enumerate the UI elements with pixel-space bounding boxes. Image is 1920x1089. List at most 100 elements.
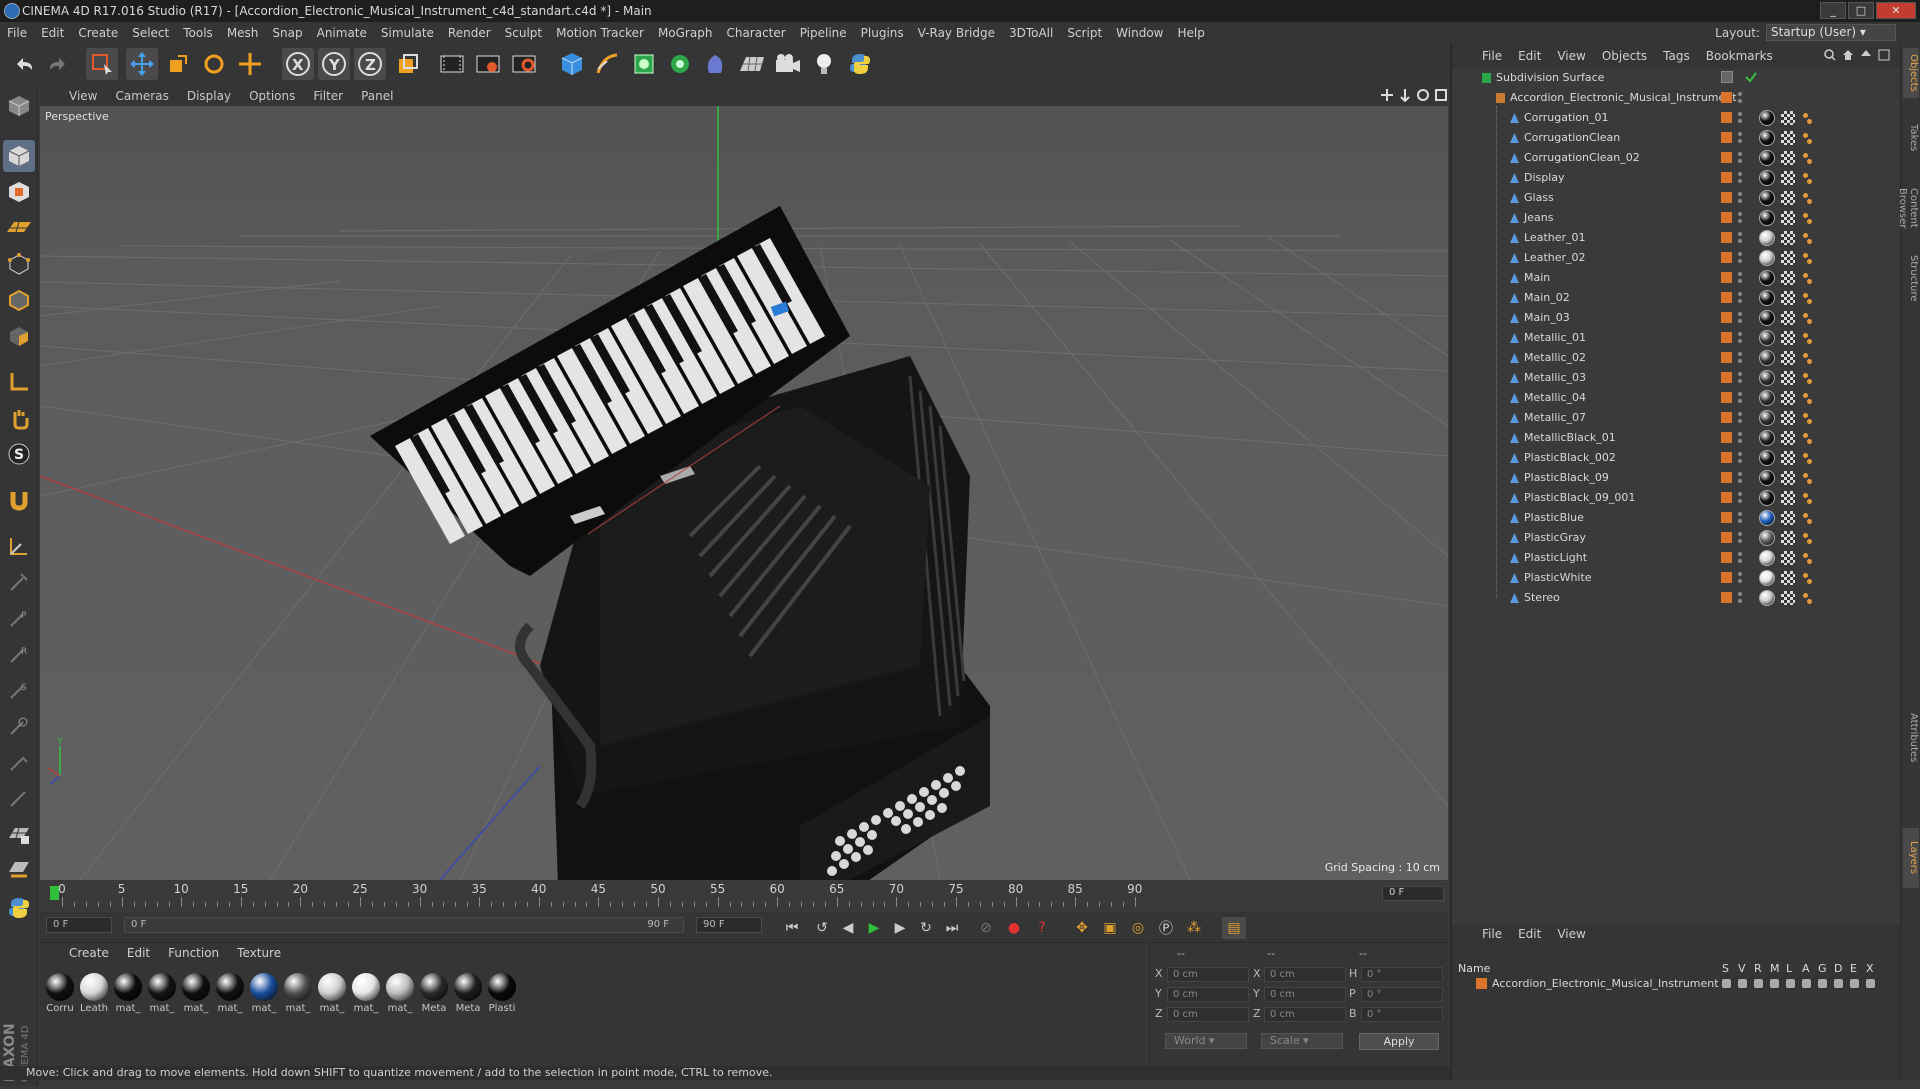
- material-menu-texture[interactable]: Texture: [228, 946, 290, 960]
- menu-render[interactable]: Render: [441, 22, 498, 44]
- phong-tag-icon[interactable]: [1800, 471, 1814, 485]
- phong-tag-icon[interactable]: [1800, 171, 1814, 185]
- uvw-tag-icon[interactable]: [1781, 271, 1795, 285]
- uvw-tag-icon[interactable]: [1781, 571, 1795, 585]
- frame-range-slider[interactable]: 0 F 90 F: [124, 917, 684, 933]
- side-tab-takes[interactable]: Takes: [1903, 108, 1919, 168]
- menu-window[interactable]: Window: [1109, 22, 1170, 44]
- coordinate-system-icon[interactable]: [392, 48, 424, 80]
- material-swatch[interactable]: mat_: [146, 973, 178, 1014]
- tweak-mode-icon[interactable]: [3, 402, 35, 434]
- visibility-dots-icon[interactable]: [1738, 411, 1742, 425]
- menu-plugins[interactable]: Plugins: [854, 22, 911, 44]
- render-view-icon[interactable]: [436, 48, 468, 80]
- phong-tag-icon[interactable]: [1800, 231, 1814, 245]
- material-tag-icon[interactable]: [1759, 390, 1775, 406]
- layer-toggle-icon[interactable]: [1866, 979, 1875, 988]
- visibility-dots-icon[interactable]: [1738, 551, 1742, 565]
- phong-tag-icon[interactable]: [1800, 131, 1814, 145]
- timeline-window-icon[interactable]: ▤: [1222, 917, 1246, 939]
- subdivision-enabled-check-icon[interactable]: [1744, 70, 1758, 84]
- size-mode-dropdown[interactable]: Scale ▾: [1261, 1033, 1343, 1049]
- material-tag-icon[interactable]: [1759, 450, 1775, 466]
- layer-toggle-icon[interactable]: [1834, 979, 1843, 988]
- uvw-tag-icon[interactable]: [1781, 351, 1795, 365]
- side-tab-objects[interactable]: Objects: [1903, 48, 1919, 98]
- current-frame-field[interactable]: 0 F: [1382, 886, 1444, 901]
- object-menu-tags[interactable]: Tags: [1655, 49, 1698, 63]
- prev-frame-icon[interactable]: ◀: [836, 917, 860, 939]
- material-swatch[interactable]: Plasti: [486, 973, 518, 1014]
- transform-tool-icon[interactable]: [234, 48, 266, 80]
- object-row[interactable]: Metallic_01: [1452, 328, 1902, 348]
- menu-script[interactable]: Script: [1060, 22, 1109, 44]
- start-frame-field[interactable]: 0 F: [46, 917, 112, 933]
- y-axis-lock-icon[interactable]: Y: [318, 48, 350, 80]
- menu-motion-tracker[interactable]: Motion Tracker: [549, 22, 651, 44]
- visibility-dots-icon[interactable]: [1738, 351, 1742, 365]
- menu-edit[interactable]: Edit: [34, 22, 71, 44]
- visibility-dots-icon[interactable]: [1738, 591, 1742, 605]
- layer-color-swatch[interactable]: [1721, 332, 1732, 343]
- home-icon[interactable]: [1842, 49, 1854, 61]
- side-tab-attributes[interactable]: Attributes: [1903, 708, 1919, 768]
- rot-p-field[interactable]: 0 °: [1361, 987, 1443, 1002]
- uvw-tag-icon[interactable]: [1781, 291, 1795, 305]
- layer-color-swatch[interactable]: [1721, 592, 1732, 603]
- timeline-playhead[interactable]: [50, 886, 59, 900]
- layer-menu-edit[interactable]: Edit: [1510, 927, 1549, 941]
- redo-icon[interactable]: [42, 48, 74, 80]
- goto-end-icon[interactable]: ⏭: [940, 917, 964, 939]
- uvw-tag-icon[interactable]: [1781, 511, 1795, 525]
- menu-select[interactable]: Select: [125, 22, 176, 44]
- viewport-menu-display[interactable]: Display: [178, 89, 240, 103]
- object-menu-edit[interactable]: Edit: [1510, 49, 1549, 63]
- phong-tag-icon[interactable]: [1800, 211, 1814, 225]
- uvw-tag-icon[interactable]: [1781, 211, 1795, 225]
- visibility-dots-icon[interactable]: [1738, 571, 1742, 585]
- phong-tag-icon[interactable]: [1800, 451, 1814, 465]
- object-row[interactable]: Jeans: [1452, 208, 1902, 228]
- uvw-tag-icon[interactable]: [1781, 391, 1795, 405]
- layer-color-swatch[interactable]: [1721, 452, 1732, 463]
- uvw-tag-icon[interactable]: [1781, 491, 1795, 505]
- snap-icon[interactable]: [3, 530, 35, 562]
- layer-color-swatch[interactable]: [1721, 432, 1732, 443]
- material-tag-icon[interactable]: [1759, 350, 1775, 366]
- phong-tag-icon[interactable]: [1800, 571, 1814, 585]
- material-swatch[interactable]: mat_: [384, 973, 416, 1014]
- layout-dropdown[interactable]: Startup (User) ▾: [1766, 24, 1896, 41]
- uvw-tag-icon[interactable]: [1781, 471, 1795, 485]
- layer-color-swatch[interactable]: [1721, 252, 1732, 263]
- uvw-tag-icon[interactable]: [1781, 411, 1795, 425]
- layer-toggle-icon[interactable]: [1818, 979, 1827, 988]
- phong-tag-icon[interactable]: [1800, 191, 1814, 205]
- make-editable-icon[interactable]: [3, 90, 35, 122]
- menu-simulate[interactable]: Simulate: [374, 22, 441, 44]
- object-row[interactable]: MetallicBlack_01: [1452, 428, 1902, 448]
- layer-toggle-icon[interactable]: [1786, 979, 1795, 988]
- material-tag-icon[interactable]: [1759, 530, 1775, 546]
- uvw-tag-icon[interactable]: [1781, 551, 1795, 565]
- visibility-dots-icon[interactable]: [1738, 451, 1742, 465]
- object-row[interactable]: PlasticBlack_09: [1452, 468, 1902, 488]
- material-menu-edit[interactable]: Edit: [118, 946, 159, 960]
- visibility-dots-icon[interactable]: [1738, 391, 1742, 405]
- object-menu-view[interactable]: View: [1549, 49, 1593, 63]
- visibility-dots-icon[interactable]: [1738, 151, 1742, 165]
- material-tag-icon[interactable]: [1759, 510, 1775, 526]
- rot-h-field[interactable]: 0 °: [1361, 967, 1443, 982]
- object-row[interactable]: Leather_02: [1452, 248, 1902, 268]
- visibility-dots-icon[interactable]: [1738, 91, 1742, 105]
- viewport-rotate-icon[interactable]: [1416, 88, 1430, 102]
- layer-color-swatch[interactable]: [1721, 232, 1732, 243]
- object-row[interactable]: Display: [1452, 168, 1902, 188]
- live-selection-icon[interactable]: [86, 48, 118, 80]
- editor-visibility-icon[interactable]: [1721, 71, 1733, 83]
- object-row[interactable]: Main: [1452, 268, 1902, 288]
- layer-row[interactable]: Accordion_Electronic_Musical_Instrument: [1452, 976, 1900, 992]
- visibility-dots-icon[interactable]: [1738, 371, 1742, 385]
- size-y-field[interactable]: 0 cm: [1264, 987, 1346, 1002]
- object-menu-objects[interactable]: Objects: [1594, 49, 1655, 63]
- object-row[interactable]: Metallic_04: [1452, 388, 1902, 408]
